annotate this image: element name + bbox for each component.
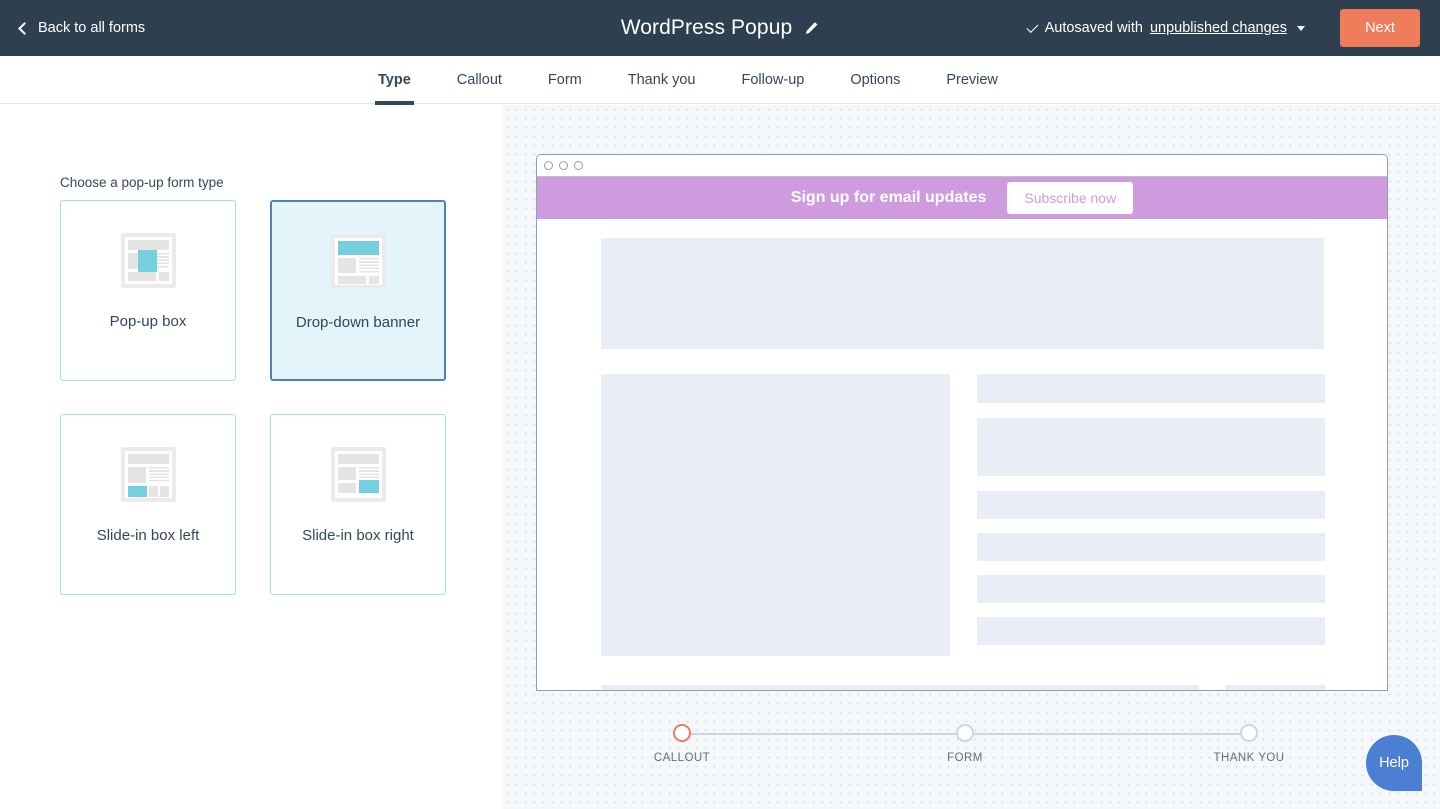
caret-down-icon[interactable] bbox=[1297, 25, 1305, 31]
section-label: Choose a pop-up form type bbox=[60, 175, 224, 190]
stepper-label: CALLOUT bbox=[653, 752, 711, 764]
stepper-step-callout[interactable]: CALLOUT bbox=[622, 721, 742, 764]
popup-box-icon bbox=[120, 233, 176, 288]
page-title: WordPress Popup bbox=[620, 16, 793, 39]
dropdown-banner-preview: Sign up for email updates Subscribe now bbox=[537, 177, 1387, 219]
next-button[interactable]: Next bbox=[1340, 9, 1420, 47]
tab-preview[interactable]: Preview bbox=[923, 56, 1021, 104]
help-button[interactable]: Help bbox=[1366, 735, 1422, 791]
autosave-status[interactable]: Autosaved with unpublished changes bbox=[1026, 20, 1305, 36]
stepper-step-thank-you[interactable]: THANK YOU bbox=[1189, 721, 1309, 764]
stepper-step-form[interactable]: FORM bbox=[905, 721, 1025, 764]
skeleton-hero-block bbox=[601, 238, 1324, 349]
stepper-dot-icon[interactable] bbox=[673, 724, 691, 742]
autosave-prefix: Autosaved with bbox=[1044, 20, 1143, 36]
form-type-card-label: Slide-in box left bbox=[96, 527, 200, 544]
tab-bar: Type Callout Form Thank you Follow-up Options… bbox=[0, 56, 1440, 105]
skeleton-bar bbox=[977, 418, 1325, 476]
top-bar: Back to all forms WordPress Popup Autosa… bbox=[0, 0, 1440, 56]
skeleton-footer-block bbox=[1225, 685, 1325, 690]
progress-stepper: CALLOUT FORM THANK YOU bbox=[536, 721, 1388, 791]
form-type-card-grid: Pop-up box Drop-down banner Slide-in box l… bbox=[60, 200, 446, 595]
skeleton-footer-block bbox=[601, 685, 1199, 690]
form-type-card-label: Slide-in box right bbox=[302, 527, 414, 544]
subscribe-now-button[interactable]: Subscribe now bbox=[1007, 182, 1134, 214]
skeleton-bar bbox=[977, 617, 1325, 645]
slide-in-right-icon bbox=[330, 447, 386, 502]
skeleton-bar bbox=[977, 533, 1325, 561]
form-type-card-slide-in-box-left[interactable]: Slide-in box left bbox=[60, 414, 236, 595]
tab-type[interactable]: Type bbox=[355, 56, 434, 105]
window-dot-icon bbox=[544, 161, 553, 170]
skeleton-bar bbox=[977, 374, 1325, 403]
form-type-card-drop-down-banner[interactable]: Drop-down banner bbox=[270, 200, 446, 381]
skeleton-bar bbox=[977, 491, 1325, 519]
stepper-dot-icon[interactable] bbox=[1240, 724, 1258, 742]
browser-preview-frame: Sign up for email updates Subscribe now bbox=[536, 154, 1388, 691]
tab-list: Type Callout Form Thank you Follow-up Options… bbox=[355, 56, 1021, 105]
form-type-card-label: Drop-down banner bbox=[295, 314, 421, 331]
form-type-card-pop-up-box[interactable]: Pop-up box bbox=[60, 200, 236, 381]
window-dot-icon bbox=[574, 161, 583, 170]
stepper-dot-icon[interactable] bbox=[956, 724, 974, 742]
preview-panel: Sign up for email updates Subscribe now … bbox=[503, 105, 1440, 809]
pencil-icon[interactable] bbox=[804, 21, 819, 36]
tab-options[interactable]: Options bbox=[827, 56, 923, 104]
stepper-label: FORM bbox=[947, 752, 983, 764]
form-type-panel: Choose a pop-up form type Pop-up box Drop… bbox=[0, 105, 503, 809]
banner-heading: Sign up for email updates bbox=[790, 189, 987, 206]
form-type-card-label: Pop-up box bbox=[109, 313, 187, 330]
check-icon bbox=[1026, 20, 1039, 33]
skeleton-bar bbox=[977, 575, 1325, 603]
stepper-label: THANK YOU bbox=[1213, 752, 1285, 764]
tab-follow-up[interactable]: Follow-up bbox=[718, 56, 827, 104]
browser-chrome bbox=[537, 155, 1387, 177]
tab-thank-you[interactable]: Thank you bbox=[605, 56, 719, 104]
slide-in-left-icon bbox=[120, 447, 176, 502]
unpublished-changes-link[interactable]: unpublished changes bbox=[1150, 20, 1287, 36]
skeleton-main-block bbox=[601, 374, 950, 656]
window-dot-icon bbox=[559, 161, 568, 170]
tab-form[interactable]: Form bbox=[525, 56, 605, 104]
form-type-card-slide-in-box-right[interactable]: Slide-in box right bbox=[270, 414, 446, 595]
tab-callout[interactable]: Callout bbox=[434, 56, 525, 104]
dropdown-banner-icon bbox=[330, 234, 386, 289]
